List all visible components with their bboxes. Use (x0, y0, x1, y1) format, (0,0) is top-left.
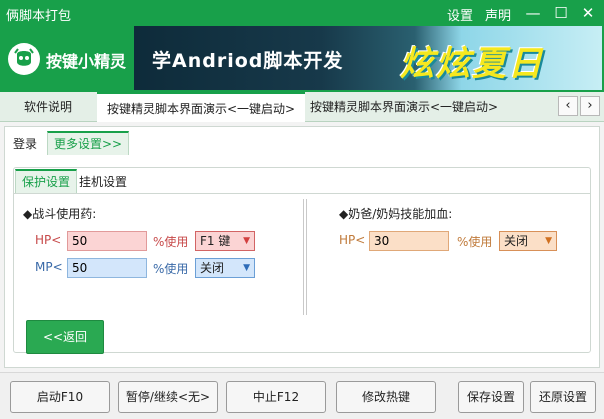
heal-hp-label: HP< (339, 233, 366, 247)
battle-hp-key-select[interactable]: F1 键 ▼ (195, 231, 255, 251)
top-tab-bar: 软件说明 按键精灵脚本界面演示<一键启动> 按键精灵脚本界面演示<一键启动> ‹… (0, 92, 604, 122)
heal-hp-key-value: 关闭 (504, 234, 529, 248)
logo-icon (8, 43, 40, 75)
battle-hp-label: HP< (35, 233, 62, 247)
heal-hp-use-label: %使用 (457, 235, 493, 249)
maximize-button[interactable]: ☐ (550, 2, 572, 24)
battle-hp-use-label: %使用 (153, 235, 189, 249)
battle-mp-key-value: 关闭 (200, 261, 225, 275)
stop-button[interactable]: 中止F12 (226, 381, 326, 413)
chevron-down-icon: ▼ (243, 236, 250, 246)
tab-idle-settings[interactable]: 挂机设置 (73, 171, 133, 195)
banner-text: 学Andriod脚本开发 (152, 50, 344, 72)
heal-hp-input[interactable] (369, 231, 449, 251)
back-button[interactable]: <<返回 (26, 320, 104, 354)
battle-section-title: ◆战斗使用药: (23, 207, 97, 221)
save-settings-button[interactable]: 保存设置 (458, 381, 524, 413)
battle-hp-input[interactable] (67, 231, 147, 251)
chevron-down-icon: ▼ (545, 236, 552, 246)
close-button[interactable]: ✕ (577, 2, 599, 24)
start-button[interactable]: 启动F10 (10, 381, 110, 413)
statement-link[interactable]: 声明 (485, 5, 511, 24)
chevron-down-icon: ▼ (243, 263, 250, 273)
tab-script-demo-1[interactable]: 按键精灵脚本界面演示<一键启动> (97, 92, 306, 122)
tab-login[interactable]: 登录 (7, 133, 43, 157)
battle-mp-label: MP< (35, 260, 63, 274)
tab-script-demo-2[interactable]: 按键精灵脚本界面演示<一键启动> (300, 92, 508, 122)
bottom-toolbar: 启动F10 暂停/继续<无> 中止F12 修改热键 保存设置 还原设置 (0, 372, 604, 419)
battle-mp-use-label: %使用 (153, 262, 189, 276)
sub-tab-divider (13, 193, 591, 194)
heal-hp-key-select[interactable]: 关闭 ▼ (499, 231, 557, 251)
battle-hp-key-value: F1 键 (200, 234, 231, 248)
tab-prev-button[interactable]: ‹ (558, 96, 578, 116)
settings-link[interactable]: 设置 (447, 5, 473, 24)
pause-resume-button[interactable]: 暂停/继续<无> (118, 381, 218, 413)
section-divider (303, 199, 307, 315)
minimize-button[interactable]: — (522, 2, 544, 24)
title-bar: 俩脚本打包 设置 声明 — ☐ ✕ (0, 0, 604, 26)
tab-software-info[interactable]: 软件说明 (14, 92, 82, 122)
banner-summer-text: 炫炫夏日 (400, 44, 544, 84)
heal-section-title: ◆奶爸/奶妈技能加血: (339, 207, 453, 221)
tab-next-button[interactable]: › (580, 96, 600, 116)
banner-image[interactable]: 学Andriod脚本开发 炫炫夏日 (134, 26, 602, 90)
battle-mp-key-select[interactable]: 关闭 ▼ (195, 258, 255, 278)
restore-settings-button[interactable]: 还原设置 (530, 381, 596, 413)
tab-more-settings[interactable]: 更多设置>> (47, 131, 130, 155)
battle-mp-input[interactable] (67, 258, 147, 278)
logo-text: 按键小精灵 (46, 52, 127, 71)
tab-protection-settings[interactable]: 保护设置 (15, 169, 78, 193)
window-title: 俩脚本打包 (6, 9, 72, 24)
modify-hotkey-button[interactable]: 修改热键 (336, 381, 436, 413)
app-header: 按键小精灵 学Andriod脚本开发 炫炫夏日 (0, 26, 604, 92)
